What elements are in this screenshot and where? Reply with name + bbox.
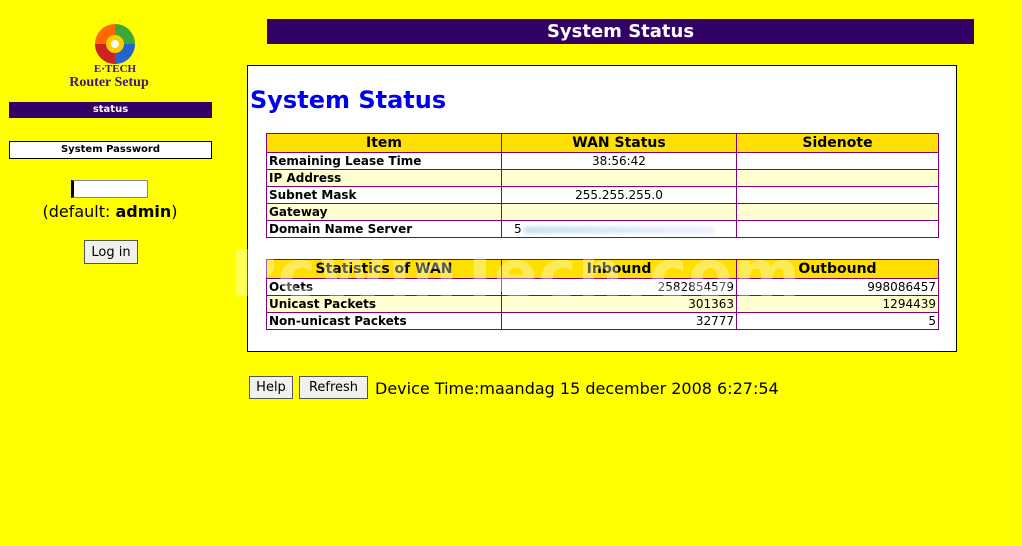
system-password-label: System Password: [9, 141, 212, 159]
column-header: Inbound: [501, 259, 737, 279]
column-header: WAN Status: [501, 133, 737, 153]
table-row: Gateway: [266, 203, 939, 221]
wan-statistics-table: Statistics of WAN Inbound Outbound Octet…: [266, 259, 939, 330]
table-row: Octets 2582854579 998086457: [266, 278, 939, 296]
help-button[interactable]: Help: [249, 376, 293, 399]
password-input[interactable]: [71, 180, 148, 198]
hint-default-value: admin: [115, 202, 172, 221]
default-password-hint: (default: admin): [0, 202, 220, 221]
swirl-logo-icon: [95, 24, 135, 64]
row-label: Remaining Lease Time: [266, 152, 502, 170]
row-label: Octets: [266, 278, 502, 296]
row-value: 5: [501, 220, 737, 238]
outbound-value: 1294439: [736, 295, 939, 313]
row-note: [736, 220, 939, 238]
inbound-value: 32777: [501, 312, 737, 330]
column-header: Outbound: [736, 259, 939, 279]
row-note: [736, 169, 939, 187]
row-value: [501, 203, 737, 221]
etech-logo: E·TECH Router Setup: [69, 22, 160, 98]
column-header: Statistics of WAN: [266, 259, 502, 279]
row-label: IP Address: [266, 169, 502, 187]
table-row: Remaining Lease Time 38:56:42: [266, 152, 939, 170]
table-row: Domain Name Server 5: [266, 220, 939, 238]
row-label: Gateway: [266, 203, 502, 221]
row-label: Domain Name Server: [266, 220, 502, 238]
login-button[interactable]: Log in: [84, 240, 138, 264]
table-row: Subnet Mask 255.255.255.0: [266, 186, 939, 204]
redacted-value: [523, 226, 714, 233]
inbound-value: 301363: [501, 295, 737, 313]
device-time: Device Time:maandag 15 december 2008 6:2…: [375, 379, 779, 398]
wan-status-table: Item WAN Status Sidenote Remaining Lease…: [266, 133, 939, 238]
refresh-button[interactable]: Refresh: [299, 376, 368, 399]
logo-brand: E·TECH: [93, 63, 137, 75]
table-header-row: Statistics of WAN Inbound Outbound: [266, 259, 939, 279]
column-header: Sidenote: [736, 133, 939, 153]
row-label: Non-unicast Packets: [266, 312, 502, 330]
outbound-value: 5: [736, 312, 939, 330]
inbound-value: 2582854579: [501, 278, 737, 296]
hint-prefix: (default:: [42, 202, 116, 221]
table-row: IP Address: [266, 169, 939, 187]
status-bar: status: [9, 102, 212, 118]
page-header: System Status: [267, 19, 974, 44]
row-value: [501, 169, 737, 187]
status-panel: System Status Item WAN Status Sidenote R…: [247, 65, 957, 352]
dns-value: 5: [514, 222, 522, 236]
row-value: 255.255.255.0: [501, 186, 737, 204]
hint-suffix: ): [171, 202, 178, 221]
row-note: [736, 152, 939, 170]
column-header: Item: [266, 133, 502, 153]
row-label: Unicast Packets: [266, 295, 502, 313]
page-title: System Status: [250, 86, 447, 114]
table-row: Unicast Packets 301363 1294439: [266, 295, 939, 313]
table-row: Non-unicast Packets 32777 5: [266, 312, 939, 330]
outbound-value: 998086457: [736, 278, 939, 296]
row-label: Subnet Mask: [266, 186, 502, 204]
row-value: 38:56:42: [501, 152, 737, 170]
row-note: [736, 203, 939, 221]
table-header-row: Item WAN Status Sidenote: [266, 133, 939, 153]
logo-subtitle: Router Setup: [69, 75, 149, 90]
row-note: [736, 186, 939, 204]
